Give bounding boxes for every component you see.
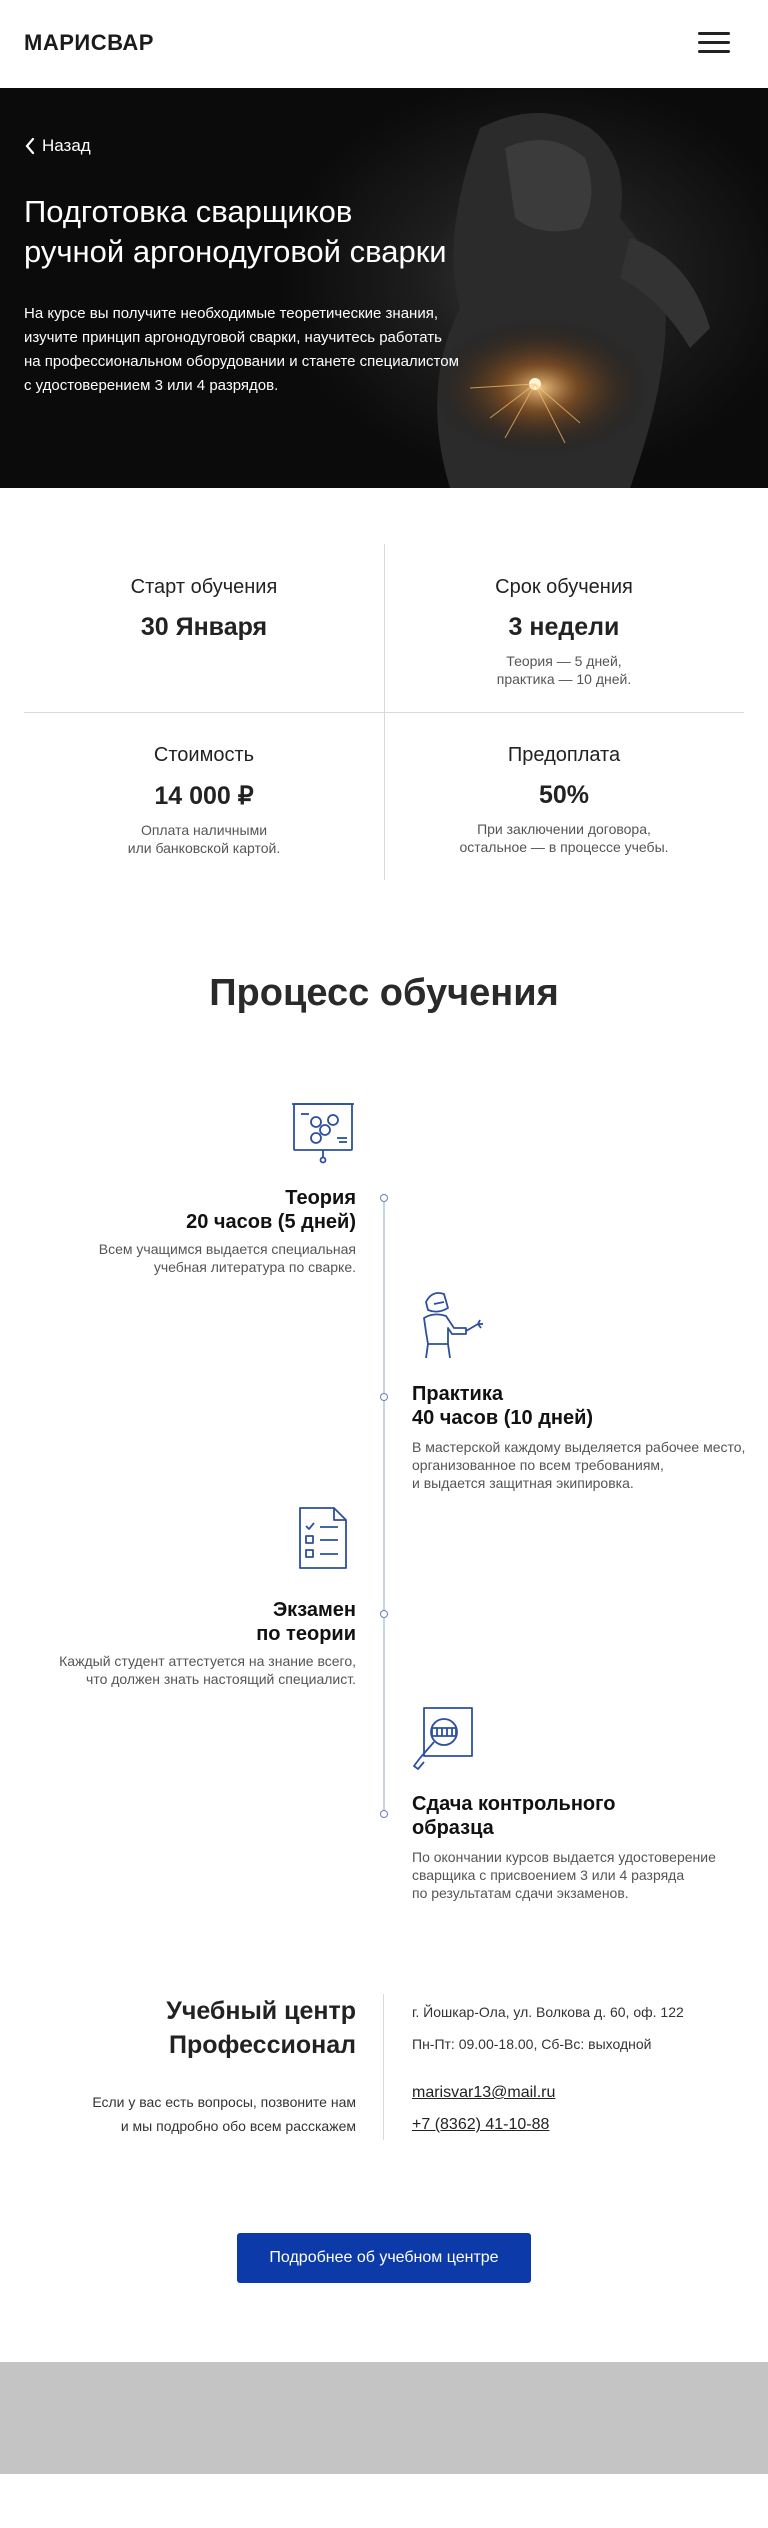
working-hours-text: Пн-Пт: 09.00-18.00, Сб-Вс: выходной: [412, 2036, 652, 2052]
info-note-line: Оплата наличными: [140, 822, 268, 838]
course-info-grid: Старт обучения 30 Января Срок обучения 3…: [24, 544, 744, 880]
process-section-title: Процесс обучения: [209, 972, 559, 1014]
info-title: Предоплата: [507, 744, 621, 766]
step-desc-practice: В мастерской каждому выделяется рабочее …: [412, 1438, 752, 1492]
presentation-board-icon: [292, 1103, 354, 1164]
info-note: Оплата наличными или банковской картой.: [24, 821, 384, 857]
email-link[interactable]: marisvar13@mail.ru: [412, 2084, 555, 2102]
timeline-dot: [380, 1393, 388, 1401]
grid-divider: [24, 712, 744, 713]
contact-invitation: Если у вас есть вопросы, позвоните нам и…: [44, 2090, 356, 2138]
step-desc-line: сварщика с присвоением 3 или 4 разряда: [412, 1867, 685, 1883]
course-description-line: на профессиональном оборудовании и стане…: [24, 353, 459, 370]
contact-invitation-line: и мы подробно обо всем расскажем: [120, 2118, 356, 2134]
training-center-details-button[interactable]: Подробнее об учебном центре: [237, 2233, 531, 2283]
step-title-line: по теории: [256, 1623, 356, 1645]
step-desc-line: В мастерской каждому выделяется рабочее …: [412, 1439, 746, 1455]
info-title: Старт обучения: [130, 576, 278, 598]
step-title-line: Экзамен: [272, 1599, 356, 1621]
welder-background-image: [430, 113, 710, 488]
course-title-line: ручной аргонодуговой сварки: [24, 234, 447, 269]
training-center-name: Учебный центр Профессионал: [104, 1994, 356, 2062]
info-value: 14 000 ₽: [154, 782, 254, 810]
timeline-dot: [380, 1194, 388, 1202]
step-desc-line: Каждый студент аттестуется на знание все…: [59, 1653, 356, 1669]
course-description: На курсе вы получите необходимые теорети…: [24, 302, 524, 398]
back-link-label: Назад: [42, 136, 91, 155]
training-center-name-line: Профессионал: [169, 2031, 356, 2059]
site-logo[interactable]: МАРИСВАР: [24, 30, 154, 56]
step-desc-line: и выдается защитная экипировка.: [412, 1475, 634, 1491]
info-note-line: или банковской картой.: [127, 840, 281, 856]
info-start-date: Старт обучения 30 Января: [24, 576, 384, 642]
info-prepayment: Предоплата 50% При заключении договора, …: [384, 744, 744, 856]
step-title-line: образца: [412, 1817, 494, 1839]
hero-banner: Назад Подготовка сварщиков ручной аргоно…: [0, 88, 768, 488]
step-title-exam: Экзамен по теории: [140, 1598, 356, 1646]
course-title: Подготовка сварщиков ручной аргонодугово…: [24, 192, 584, 272]
contact-invitation-line: Если у вас есть вопросы, позвоните нам: [92, 2094, 356, 2110]
step-desc-exam: Каждый студент аттестуется на знание все…: [26, 1652, 356, 1688]
course-title-line: Подготовка сварщиков: [24, 194, 353, 229]
step-desc-line: учебная литература по сварке.: [153, 1259, 356, 1275]
step-desc-line: что должен знать настоящий специалист.: [86, 1671, 356, 1687]
info-title: Стоимость: [153, 744, 255, 766]
step-title-theory: Теория 20 часов (5 дней): [140, 1186, 356, 1234]
course-description-line: изучите принцип аргонодуговой сварки, на…: [24, 329, 442, 346]
step-title-line: Практика: [412, 1383, 503, 1405]
welder-icon: [423, 1292, 483, 1359]
info-value: 3 недели: [508, 613, 620, 641]
info-note: Теория — 5 дней, практика — 10 дней.: [384, 652, 744, 688]
course-description-line: с удостоверением 3 или 4 разрядов.: [24, 377, 279, 394]
address-text: г. Йошкар-Ола, ул. Волкова д. 60, оф. 12…: [412, 2004, 684, 2020]
step-desc-line: По окончании курсов выдается удостоверен…: [412, 1849, 716, 1865]
timeline-dot: [380, 1610, 388, 1618]
step-title-line: Теория: [285, 1187, 356, 1209]
step-title-line: Сдача контрольного: [412, 1793, 616, 1815]
phone-link[interactable]: +7 (8362) 41-10-88: [412, 2116, 549, 2134]
step-title-line: 20 часов (5 дней): [186, 1211, 356, 1233]
info-value: 50%: [538, 781, 590, 809]
chevron-left-icon: [25, 137, 35, 155]
training-center-name-line: Учебный центр: [166, 1997, 356, 2025]
process-timeline: [383, 1198, 385, 1814]
timeline-dot: [380, 1810, 388, 1818]
info-title: Срок обучения: [495, 576, 633, 598]
checklist-document-icon: [299, 1507, 347, 1569]
step-title-practice: Практика 40 часов (10 дней): [412, 1382, 712, 1430]
info-price: Стоимость 14 000 ₽ Оплата наличными или …: [24, 744, 384, 857]
step-title-control-sample: Сдача контрольного образца: [412, 1792, 712, 1840]
step-desc-control-sample: По окончании курсов выдается удостоверен…: [412, 1848, 752, 1902]
magnifier-inspection-icon: [413, 1707, 473, 1770]
step-title-line: 40 часов (10 дней): [412, 1407, 594, 1429]
footer-placeholder: [0, 2362, 768, 2474]
step-desc-theory: Всем учащимся выдается специальная учебн…: [56, 1240, 356, 1276]
site-header: МАРИСВАР: [0, 0, 768, 88]
step-desc-line: по результатам сдачи экзаменов.: [412, 1885, 629, 1901]
info-duration: Срок обучения 3 недели Теория — 5 дней, …: [384, 576, 744, 688]
info-note: При заключении договора, остальное — в п…: [384, 820, 744, 856]
info-note-line: практика — 10 дней.: [496, 671, 632, 687]
step-desc-line: Всем учащимся выдается специальная: [98, 1241, 356, 1257]
info-value: 30 Января: [140, 613, 268, 641]
hamburger-menu-icon[interactable]: [698, 30, 732, 56]
course-description-line: На курсе вы получите необходимые теорети…: [24, 305, 438, 322]
step-desc-line: организованное по всем требованиям,: [412, 1457, 664, 1473]
info-note-line: Теория — 5 дней,: [506, 653, 622, 669]
back-link[interactable]: Назад: [24, 136, 91, 156]
contacts-divider: [383, 1994, 384, 2140]
info-note-line: остальное — в процессе учебы.: [459, 839, 669, 855]
info-note-line: При заключении договора,: [477, 821, 651, 837]
